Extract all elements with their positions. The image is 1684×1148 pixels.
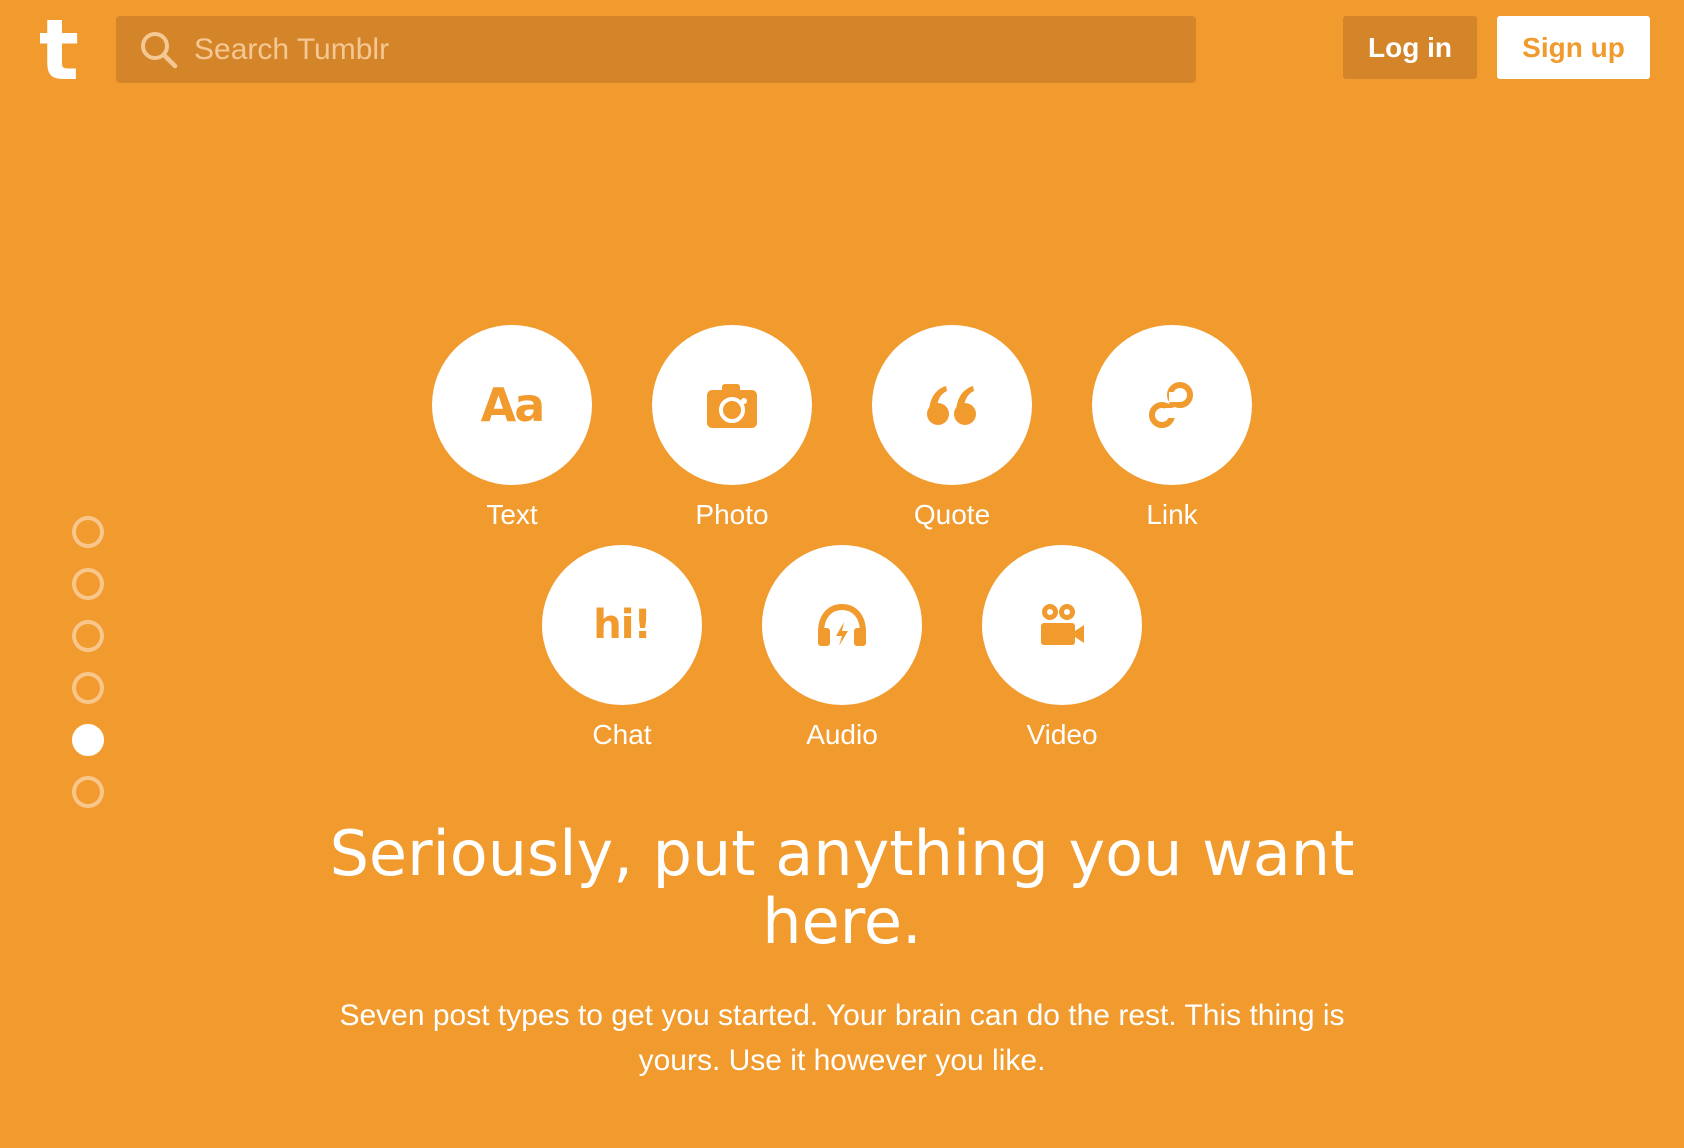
pager-dot[interactable]	[72, 568, 104, 600]
post-type-video-circle[interactable]	[982, 545, 1142, 705]
post-type-chat-circle[interactable]: hi!	[542, 545, 702, 705]
pager-dot[interactable]	[72, 516, 104, 548]
post-type-text[interactable]: Aa Text	[432, 325, 592, 531]
pager-dot[interactable]	[72, 620, 104, 652]
post-type-label: Quote	[913, 499, 991, 530]
post-type-audio-circle[interactable]	[762, 545, 922, 705]
post-type-text-circle[interactable]: Aa	[432, 325, 592, 485]
headphones-icon	[818, 603, 866, 646]
quote-icon	[927, 386, 976, 425]
post-type-label: Chat	[592, 719, 652, 750]
post-type-label: Video	[1026, 719, 1098, 750]
post-type-label: Audio	[806, 719, 878, 750]
chat-hi-icon: hi!	[593, 602, 651, 648]
tumblr-logo[interactable]: t	[34, 8, 84, 92]
section-pager	[72, 516, 104, 828]
post-type-label: Link	[1146, 499, 1198, 530]
login-button[interactable]: Log in	[1343, 16, 1477, 79]
pager-dot[interactable]	[72, 776, 104, 808]
post-type-photo-circle[interactable]	[652, 325, 812, 485]
post-type-audio[interactable]: Audio	[762, 545, 922, 751]
post-type-label: Photo	[695, 499, 769, 530]
link-icon	[1149, 382, 1193, 428]
signup-button[interactable]: Sign up	[1497, 16, 1650, 79]
post-type-link[interactable]: Link	[1092, 325, 1252, 531]
pager-dot-active[interactable]	[72, 724, 104, 756]
post-type-quote[interactable]: Quote	[872, 325, 1032, 531]
text-aa-icon: Aa	[480, 378, 546, 432]
post-type-photo[interactable]: Photo	[652, 325, 812, 531]
post-type-video[interactable]: Video	[982, 545, 1142, 751]
page-headline: Seriously, put anything you want here.	[329, 817, 1355, 958]
post-type-link-circle[interactable]	[1092, 325, 1252, 485]
pager-dot[interactable]	[72, 672, 104, 704]
camera-icon	[707, 384, 757, 428]
post-type-chat[interactable]: hi! Chat	[542, 545, 702, 751]
search-input[interactable]: Search Tumblr	[194, 33, 389, 67]
post-type-label: Text	[486, 499, 538, 530]
page-subhead: Seven post types to get you started. You…	[339, 999, 1345, 1077]
video-camera-icon	[1041, 604, 1084, 645]
search-bar[interactable]: Search Tumblr	[116, 16, 1196, 83]
search-icon	[141, 31, 178, 68]
post-type-quote-circle[interactable]	[872, 325, 1032, 485]
